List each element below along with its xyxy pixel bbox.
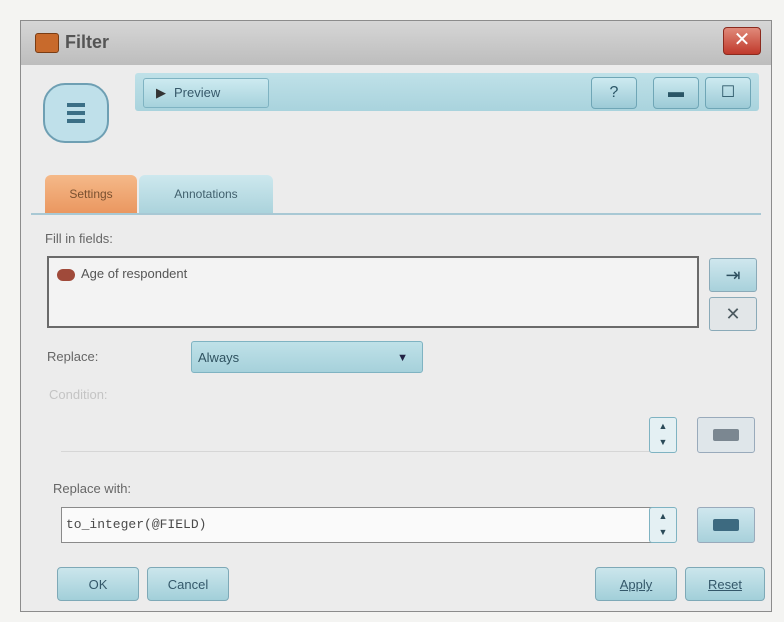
play-icon: ▶ xyxy=(156,85,166,100)
reset-button[interactable]: Reset xyxy=(685,567,765,601)
apply-button[interactable]: Apply xyxy=(595,567,677,601)
fields-label: Fill in fields: xyxy=(45,231,113,246)
cancel-button[interactable]: Cancel xyxy=(147,567,229,601)
condition-builder-button[interactable] xyxy=(697,417,755,453)
list-item[interactable]: Age of respondent xyxy=(57,266,187,281)
replace-value: Always xyxy=(198,350,240,365)
minimize-icon: ▬ xyxy=(668,84,684,101)
field-name: Age of respondent xyxy=(81,266,188,281)
maximize-button[interactable]: ☐ xyxy=(705,77,751,109)
preview-label: Preview xyxy=(174,85,221,100)
tab-annotations[interactable]: Annotations xyxy=(139,175,273,213)
condition-field[interactable] xyxy=(61,419,665,452)
app-icon xyxy=(35,33,59,53)
window-title: Filter xyxy=(65,32,110,52)
remove-field-button[interactable]: ✕ xyxy=(709,297,757,331)
preview-button[interactable]: ▶ Preview xyxy=(143,78,269,108)
field-picker-icon: ⇥ xyxy=(725,265,741,285)
tab-settings[interactable]: Settings xyxy=(45,175,137,213)
ok-button[interactable]: OK xyxy=(57,567,139,601)
fields-list[interactable]: Age of respondent xyxy=(47,256,699,328)
replace-label: Replace: xyxy=(47,349,99,364)
condition-spinner[interactable]: ▲ ▼ xyxy=(649,417,677,453)
chevron-down-icon: ▼ xyxy=(397,352,408,364)
field-type-icon xyxy=(57,268,75,281)
replace-with-spinner[interactable]: ▲ ▼ xyxy=(649,507,677,543)
close-button[interactable]: ✕ xyxy=(723,27,761,55)
title-bar[interactable]: Filter ✕ xyxy=(21,21,771,65)
maximize-icon: ☐ xyxy=(720,84,736,101)
replace-dropdown[interactable]: Always ▼ xyxy=(191,341,423,373)
keyboard-icon xyxy=(713,429,739,441)
tab-strip: Settings Annotations xyxy=(31,171,761,215)
keyboard-icon xyxy=(713,519,739,531)
replace-with-field[interactable]: to_integer(@FIELD) xyxy=(61,507,665,543)
filter-dialog: Filter ✕ ▶ Preview ? ▬ ☐ Settings Annotat… xyxy=(20,20,772,612)
tab-divider xyxy=(31,213,761,215)
help-button[interactable]: ? xyxy=(591,77,637,109)
close-icon: ✕ xyxy=(725,304,741,324)
filter-node-icon xyxy=(43,83,109,143)
replace-with-label: Replace with: xyxy=(53,481,132,496)
condition-label: Condition: xyxy=(49,387,108,402)
minimize-button[interactable]: ▬ xyxy=(653,77,699,109)
help-icon: ? xyxy=(609,84,619,101)
expression-builder-button[interactable] xyxy=(697,507,755,543)
field-picker-button[interactable]: ⇥ xyxy=(709,258,757,292)
toolbar: ▶ Preview ? ▬ ☐ xyxy=(135,73,759,111)
